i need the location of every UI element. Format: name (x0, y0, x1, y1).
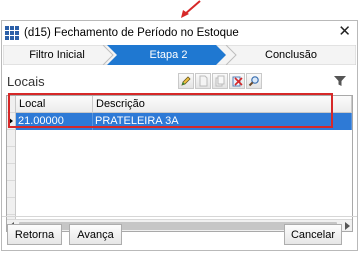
cell-local[interactable]: 21.00000 (16, 113, 93, 130)
footer-divider (2, 216, 357, 217)
grid-toolbar (178, 73, 262, 90)
app-grid-icon (5, 26, 19, 40)
cell-descricao[interactable]: PRATELEIRA 3A (93, 113, 352, 130)
next-button[interactable]: Avança (69, 224, 122, 245)
grid-column-headers: Local Descrição (16, 96, 352, 113)
edit-icon[interactable] (178, 73, 194, 89)
dialog-window: (d15) Fechamento de Período no Estoque ✕… (1, 20, 358, 251)
table-row[interactable]: 21.00000 PRATELEIRA 3A (16, 113, 352, 130)
section-title-locais: Locais (7, 74, 45, 89)
window-title: (d15) Fechamento de Período no Estoque (24, 27, 239, 39)
delete-icon[interactable] (229, 73, 245, 89)
annotation-arrow (181, 0, 201, 18)
filter-icon[interactable] (333, 74, 347, 88)
column-header-descricao[interactable]: Descrição (93, 96, 352, 113)
step-etapa-2: Etapa 2 (149, 49, 188, 61)
locais-grid: Local Descrição 21.00000 PRATELEIRA 3A (6, 95, 353, 232)
cancel-button[interactable]: Cancelar (284, 224, 342, 245)
new-icon[interactable] (195, 73, 211, 89)
row-header-column (7, 96, 16, 219)
step-filtro-inicial: Filtro Inicial (29, 49, 85, 61)
back-button[interactable]: Retorna (7, 224, 62, 245)
step-conclusao: Conclusão (265, 49, 317, 61)
scroll-right-icon[interactable] (345, 222, 350, 230)
column-header-local[interactable]: Local (16, 96, 93, 113)
wizard-steps: Filtro Inicial Etapa 2 Conclusão (3, 45, 356, 65)
search-icon[interactable] (246, 73, 262, 89)
current-row-indicator-icon (8, 117, 13, 125)
copy-icon[interactable] (212, 73, 228, 89)
title-bar: (d15) Fechamento de Período no Estoque ✕ (2, 21, 357, 45)
close-icon[interactable]: ✕ (338, 24, 351, 40)
